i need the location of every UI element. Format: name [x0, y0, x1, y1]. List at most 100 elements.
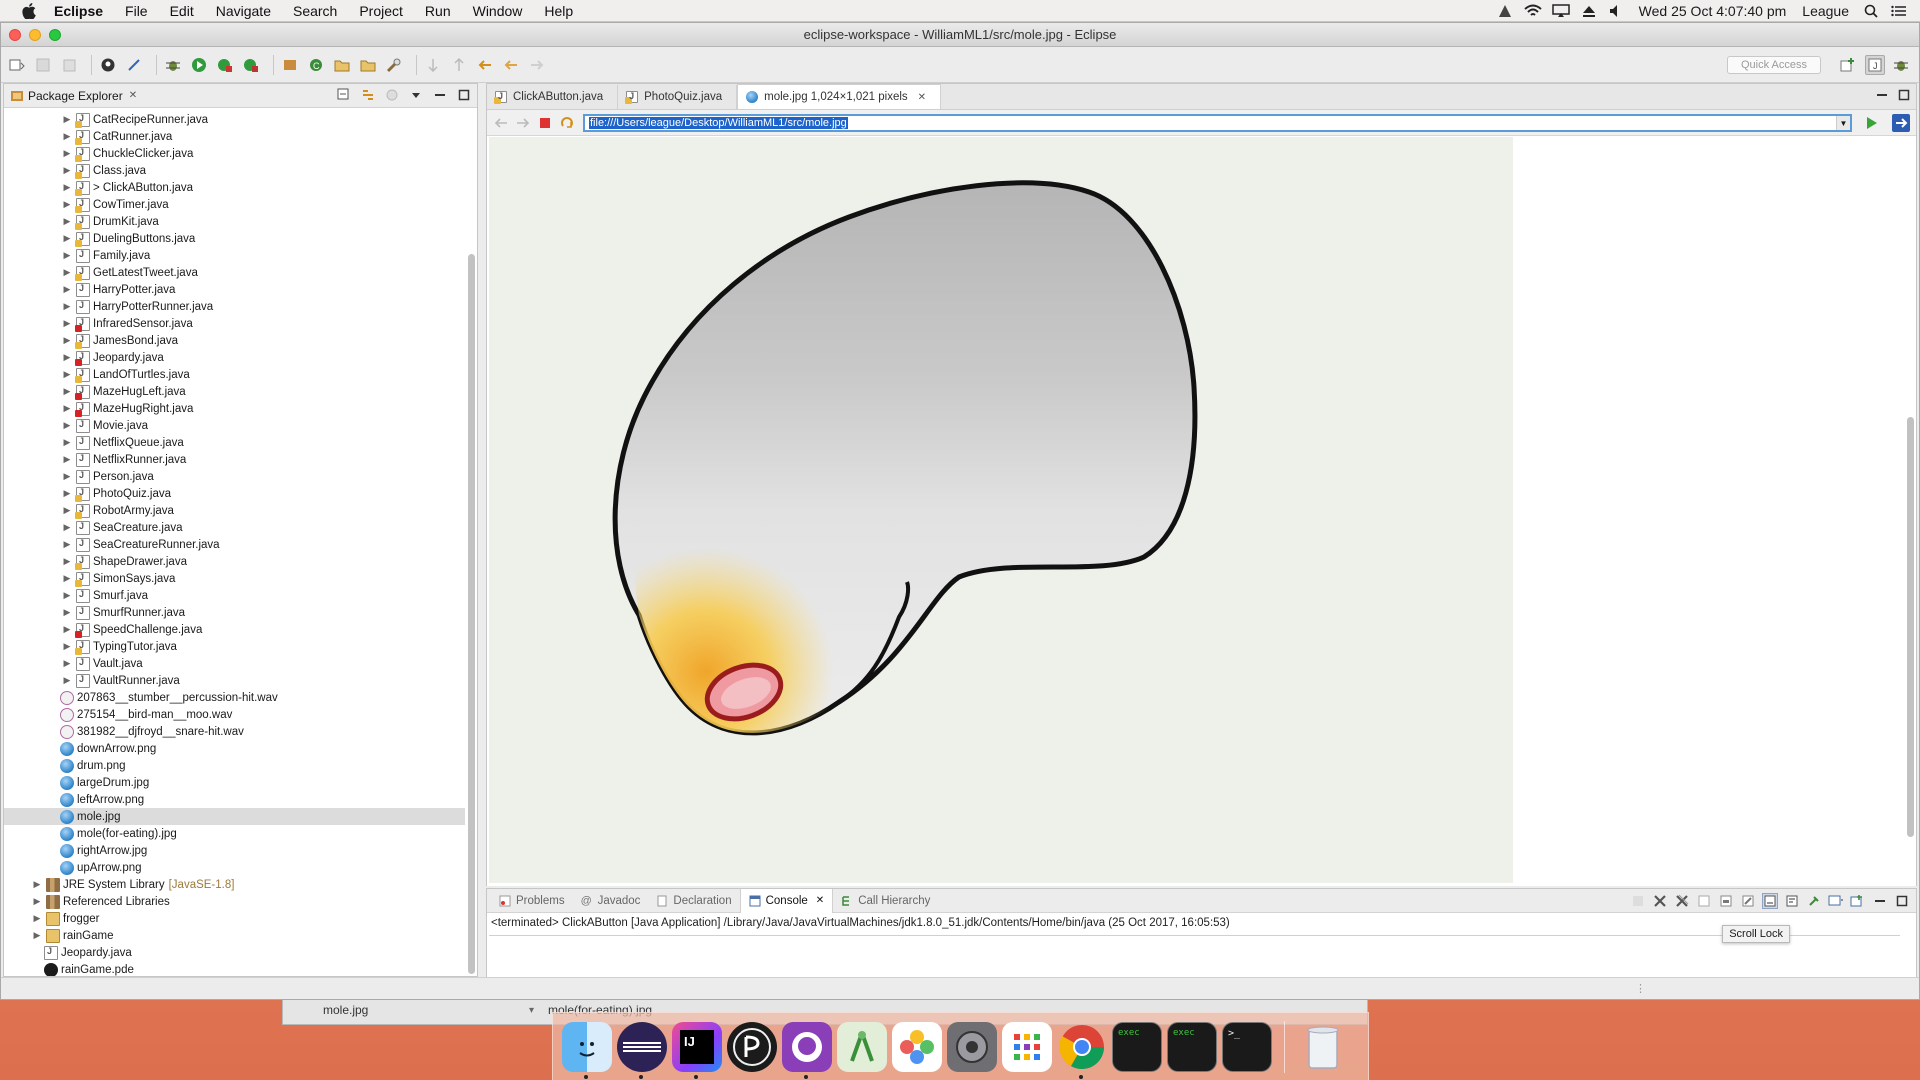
maximize-icon[interactable] — [1894, 893, 1910, 909]
expand-arrow-icon[interactable]: ▶ — [62, 318, 72, 329]
tree-item[interactable]: ▶ SeaCreatureRunner.java — [4, 536, 465, 553]
expand-arrow-icon[interactable]: ▶ — [62, 420, 72, 431]
expand-arrow-icon[interactable]: ▶ — [62, 284, 72, 295]
java-perspective-icon[interactable]: J — [1865, 55, 1885, 75]
expand-arrow-icon[interactable]: ▶ — [62, 267, 72, 278]
tree-item[interactable]: ▶ ChuckleClicker.java — [4, 145, 465, 162]
expand-arrow-icon[interactable]: ▶ — [62, 624, 72, 635]
scrollbar-thumb[interactable] — [468, 254, 475, 974]
word-wrap-icon[interactable] — [1784, 893, 1800, 909]
tree-item[interactable]: 275154__bird-man__moo.wav — [4, 706, 465, 723]
tree-item[interactable]: ▶ > ClickAButton.java — [4, 179, 465, 196]
tree-item[interactable]: ▶ HarryPotterRunner.java — [4, 298, 465, 315]
menu-run[interactable]: Run — [414, 3, 462, 19]
window-minimize-button[interactable] — [29, 29, 41, 41]
expand-arrow-icon[interactable]: ▶ — [62, 590, 72, 601]
window-titlebar[interactable]: eclipse-workspace - WilliamML1/src/mole.… — [1, 23, 1919, 47]
new-java-class-icon[interactable]: C — [306, 56, 326, 74]
menu-window[interactable]: Window — [462, 3, 534, 19]
menu-search[interactable]: Search — [282, 3, 348, 19]
tree-item[interactable]: 207863__stumber__percussion-hit.wav — [4, 689, 465, 706]
expand-arrow-icon[interactable]: ▶ — [62, 522, 72, 533]
notification-center-icon[interactable] — [1888, 3, 1910, 19]
expand-arrow-icon[interactable]: ▶ — [62, 658, 72, 669]
tree-item[interactable]: ▶ MazeHugLeft.java — [4, 383, 465, 400]
window-close-button[interactable] — [9, 29, 21, 41]
tree-item[interactable]: ▶ Class.java — [4, 162, 465, 179]
focus-on-task-icon[interactable] — [385, 88, 399, 102]
clear-console-icon[interactable] — [1696, 893, 1712, 909]
scrollbar-thumb[interactable] — [1907, 417, 1914, 837]
expand-arrow-icon[interactable]: ▶ — [62, 165, 72, 176]
run-icon[interactable] — [189, 56, 209, 74]
expand-arrow-icon[interactable]: ▶ — [62, 641, 72, 652]
external-tools-icon[interactable] — [241, 56, 261, 74]
debug-perspective-icon[interactable] — [1891, 55, 1911, 75]
view-menu-icon[interactable] — [409, 88, 423, 102]
tree-item[interactable]: rightArrow.jpg — [4, 842, 465, 859]
trash-icon[interactable] — [1298, 1022, 1348, 1072]
alert-icon[interactable] — [1494, 3, 1516, 19]
tree-item[interactable]: ▶ Family.java — [4, 247, 465, 264]
tree-item[interactable]: ▶ TypingTutor.java — [4, 638, 465, 655]
tree-item[interactable]: ▶ Vault.java — [4, 655, 465, 672]
expand-arrow-icon[interactable]: ▶ — [62, 488, 72, 499]
tree-item[interactable]: ▶ PhotoQuiz.java — [4, 485, 465, 502]
expand-arrow-icon[interactable]: ▶ — [62, 573, 72, 584]
window-zoom-button[interactable] — [49, 29, 61, 41]
launchpad-icon[interactable] — [1002, 1021, 1052, 1072]
tree-item[interactable]: ▶ JRE System Library [JavaSE-1.8] — [4, 876, 465, 893]
chrome-icon[interactable] — [1057, 1022, 1107, 1079]
expand-arrow-icon[interactable]: ▶ — [62, 471, 72, 482]
tree-item[interactable]: ▶ RobotArmy.java — [4, 502, 465, 519]
expand-arrow-icon[interactable]: ▶ — [62, 675, 72, 686]
remove-launch-icon[interactable] — [1652, 893, 1668, 909]
expand-arrow-icon[interactable]: ▶ — [32, 879, 42, 890]
browser-stop-icon[interactable] — [537, 115, 553, 131]
console-output[interactable]: <terminated> ClickAButton [Java Applicat… — [491, 917, 1230, 929]
spotlight-search-icon[interactable] — [1860, 3, 1882, 19]
open-external-browser-icon[interactable] — [1892, 114, 1910, 132]
tree-item[interactable]: ▶ ShapeDrawer.java — [4, 553, 465, 570]
expand-arrow-icon[interactable]: ▶ — [62, 233, 72, 244]
menu-edit[interactable]: Edit — [159, 3, 205, 19]
debug-icon[interactable] — [163, 56, 183, 74]
expand-arrow-icon[interactable]: ▶ — [62, 505, 72, 516]
expand-arrow-icon[interactable]: ▶ — [32, 896, 42, 907]
tree-item[interactable]: ▶ Person.java — [4, 468, 465, 485]
expand-arrow-icon[interactable]: ▶ — [62, 556, 72, 567]
tree-item[interactable]: mole(for-eating).jpg — [4, 825, 465, 842]
tree-item[interactable]: ▶ Movie.java — [4, 417, 465, 434]
tree-item[interactable]: upArrow.png — [4, 859, 465, 876]
new-java-package-icon[interactable] — [280, 56, 300, 74]
menu-app-name[interactable]: Eclipse — [54, 3, 114, 19]
back-icon[interactable] — [501, 56, 521, 74]
url-field[interactable]: file:///Users/league/Desktop/WilliamML1/… — [583, 114, 1852, 132]
menubar-clock[interactable]: Wed 25 Oct 4:07:40 pm — [1631, 3, 1795, 19]
next-annotation-icon[interactable] — [423, 56, 443, 74]
intellij-icon[interactable]: IJ — [672, 1021, 722, 1079]
close-icon[interactable]: ✕ — [129, 90, 137, 101]
coverage-icon[interactable] — [215, 56, 235, 74]
show-stderr-icon[interactable] — [1740, 893, 1756, 909]
tree-item[interactable]: ▶ CatRunner.java — [4, 128, 465, 145]
tree-item[interactable]: ▶ JamesBond.java — [4, 332, 465, 349]
expand-arrow-icon[interactable]: ▶ — [62, 114, 72, 125]
tree-item[interactable]: 381982__djfroyd__snare-hit.wav — [4, 723, 465, 740]
tree-item[interactable]: ▶ CowTimer.java — [4, 196, 465, 213]
tree-item[interactable]: ▶ SpeedChallenge.java — [4, 621, 465, 638]
chevron-down-icon[interactable]: ▼ — [1836, 116, 1850, 130]
tree-item[interactable]: ▶ Referenced Libraries — [4, 893, 465, 910]
menubar-user[interactable]: League — [1794, 3, 1857, 19]
tree-item[interactable]: ▶ SmurfRunner.java — [4, 604, 465, 621]
show-stdout-icon[interactable] — [1718, 893, 1734, 909]
tab-call-hierarchy[interactable]: Call Hierarchy — [833, 889, 938, 913]
tree-item[interactable]: rainGame.pde — [4, 961, 465, 976]
expand-arrow-icon[interactable]: ▶ — [62, 182, 72, 193]
airplay-icon[interactable] — [1550, 3, 1572, 19]
minimize-icon[interactable] — [1872, 893, 1888, 909]
skip-breakpoints-icon[interactable] — [124, 56, 144, 74]
tree-item[interactable]: leftArrow.png — [4, 791, 465, 808]
open-task-icon[interactable] — [358, 56, 378, 74]
tab-declaration[interactable]: Declaration — [648, 889, 739, 913]
